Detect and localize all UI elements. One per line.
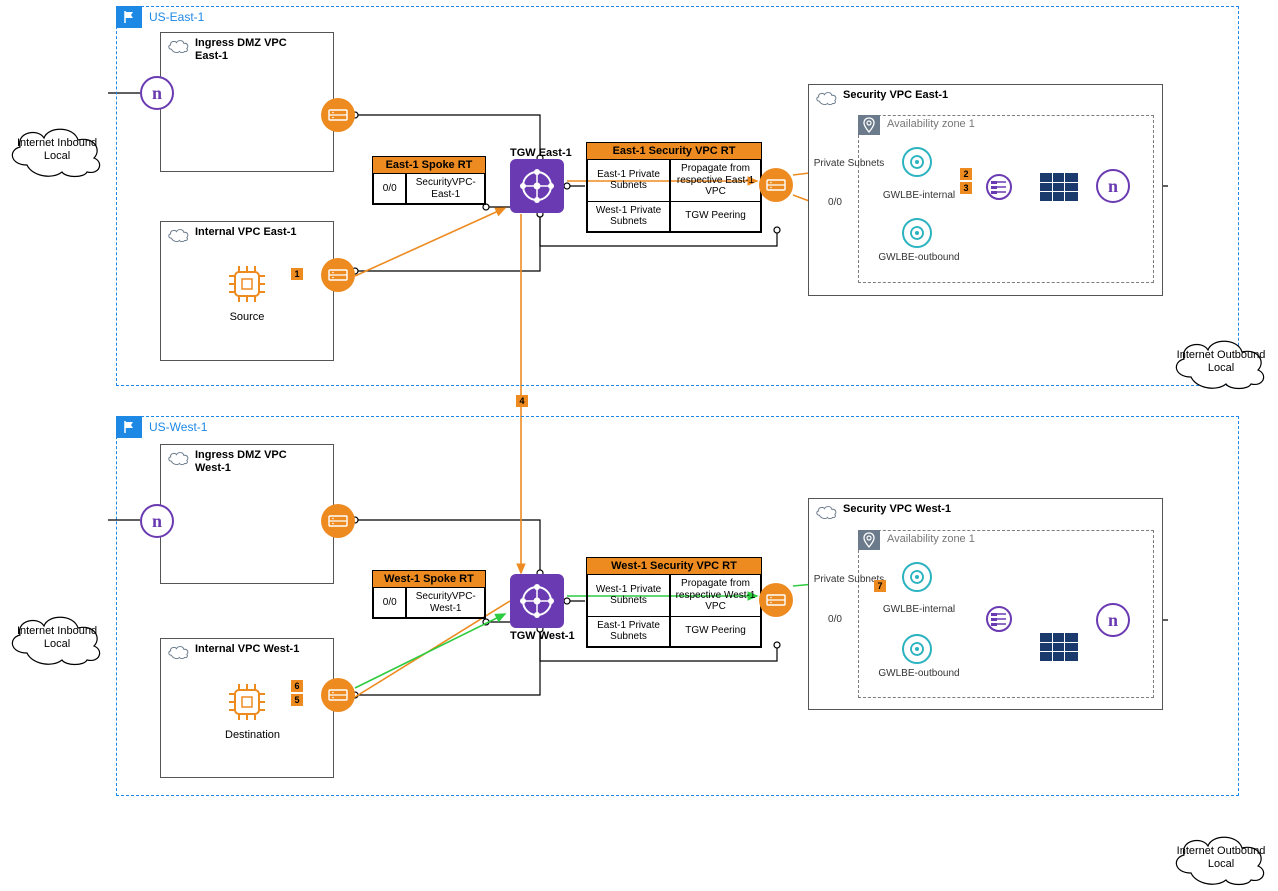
- step-4: 4: [516, 395, 528, 407]
- tgw-east: TGW East-1: [510, 145, 572, 213]
- edge-label-private-subnets: Private Subnets: [806, 158, 892, 169]
- step-6: 6: [291, 680, 303, 692]
- cloud-icon: [815, 503, 837, 521]
- vpc-title: Ingress DMZ VPC East-1: [195, 37, 315, 63]
- cloud-internet-inbound-east: Internet Inbound Local: [2, 120, 112, 180]
- cloud-icon: [167, 226, 189, 244]
- tgw-attachment-icon: [759, 583, 793, 617]
- rt-cell: Propagate from respective East-1 VPC: [670, 160, 761, 202]
- flag-icon: [116, 416, 142, 438]
- gwlbe-internal-label: GWLBE-internal: [874, 190, 964, 201]
- cloud-label: Internet Inbound Local: [2, 137, 112, 163]
- step-1: 1: [291, 268, 303, 280]
- step-7: 7: [874, 580, 886, 592]
- step-3: 3: [960, 182, 972, 194]
- destination-chip: Destination: [225, 680, 269, 741]
- rt-cell: West-1 Private Subnets: [587, 202, 670, 232]
- rt-cell: East-1 Private Subnets: [587, 617, 670, 647]
- gwlbe-internal-label: GWLBE-internal: [874, 604, 964, 615]
- cloud-icon: [167, 643, 189, 661]
- source-chip: Source: [225, 262, 269, 323]
- source-label: Source: [225, 311, 269, 323]
- tgw-label: TGW West-1: [510, 630, 575, 642]
- transit-gateway-icon: [510, 574, 564, 628]
- step-5: 5: [291, 694, 303, 706]
- gwlbe-outbound-icon: [902, 218, 932, 248]
- destination-label: Destination: [225, 729, 269, 741]
- nat-icon: n: [140, 76, 174, 110]
- vpc-title: Ingress DMZ VPC West-1: [195, 449, 315, 475]
- tgw-west: TGW West-1: [510, 574, 575, 642]
- rt-title: West-1 Security VPC RT: [587, 558, 761, 575]
- nat-icon: n: [1096, 603, 1130, 637]
- tgw-label: TGW East-1: [510, 147, 572, 159]
- rt-cell: West-1 Private Subnets: [587, 575, 670, 617]
- firewall-icon: [1040, 173, 1078, 201]
- tgw-attachment-icon: [321, 504, 355, 538]
- edge-label-default: 0/0: [820, 614, 850, 625]
- firewall-icon: [1040, 633, 1078, 661]
- az-label: Availability zone 1: [887, 118, 975, 130]
- rt-cell: TGW Peering: [670, 202, 761, 232]
- gwlbe-internal-icon: [902, 147, 932, 177]
- az-label: Availability zone 1: [887, 533, 975, 545]
- vpc-title: Internal VPC East-1: [195, 226, 296, 239]
- transit-gateway-icon: [510, 159, 564, 213]
- route-table-secvpc-east: East-1 Security VPC RT East-1 Private Su…: [586, 142, 762, 233]
- cloud-icon: [167, 449, 189, 467]
- gwlbe-internal-icon: [902, 562, 932, 592]
- tgw-attachment-icon: [321, 98, 355, 132]
- rt-cell: East-1 Private Subnets: [587, 160, 670, 202]
- cloud-internet-inbound-west: Internet Inbound Local: [2, 608, 112, 668]
- rt-cell: Propagate from respective West-1 VPC: [670, 575, 761, 617]
- edge-label-default: 0/0: [820, 197, 850, 208]
- rt-title: East-1 Security VPC RT: [587, 143, 761, 160]
- region-label-east: US-East-1: [149, 10, 204, 24]
- route-table-spoke-east: East-1 Spoke RT 0/0 SecurityVPC-East-1: [372, 156, 486, 205]
- cloud-label: Internet Outbound Local: [1166, 845, 1276, 871]
- tgw-attachment-icon: [759, 168, 793, 202]
- region-label-west: US-West-1: [149, 420, 207, 434]
- cloud-internet-outbound-west: Internet Outbound Local: [1166, 828, 1276, 888]
- tgw-attachment-icon: [321, 258, 355, 292]
- vpc-ingress-west: Ingress DMZ VPC West-1: [160, 444, 334, 584]
- flag-icon: [116, 6, 142, 28]
- gateway-load-balancer-icon: [984, 604, 1014, 634]
- cloud-icon: [167, 37, 189, 55]
- vpc-title: Security VPC East-1: [843, 89, 948, 102]
- nat-icon: n: [140, 504, 174, 538]
- vpc-ingress-east: Ingress DMZ VPC East-1: [160, 32, 334, 172]
- cloud-label: Internet Inbound Local: [2, 625, 112, 651]
- vpc-title: Security VPC West-1: [843, 503, 951, 516]
- gwlbe-outbound-label: GWLBE-outbound: [874, 252, 964, 263]
- pin-icon: [858, 530, 880, 550]
- route-table-spoke-west: West-1 Spoke RT 0/0 SecurityVPC-West-1: [372, 570, 486, 619]
- gwlbe-outbound-icon: [902, 634, 932, 664]
- route-table-secvpc-west: West-1 Security VPC RT West-1 Private Su…: [586, 557, 762, 648]
- rt-title: West-1 Spoke RT: [373, 571, 485, 588]
- rt-cell: TGW Peering: [670, 617, 761, 647]
- cloud-label: Internet Outbound Local: [1166, 349, 1276, 375]
- step-2: 2: [960, 168, 972, 180]
- cloud-icon: [815, 89, 837, 107]
- tgw-attachment-icon: [321, 678, 355, 712]
- pin-icon: [858, 115, 880, 135]
- rt-cell: SecurityVPC-West-1: [406, 588, 485, 618]
- rt-title: East-1 Spoke RT: [373, 157, 485, 174]
- nat-icon: n: [1096, 169, 1130, 203]
- rt-cell: 0/0: [373, 588, 406, 618]
- rt-cell: 0/0: [373, 174, 406, 204]
- rt-cell: SecurityVPC-East-1: [406, 174, 485, 204]
- cloud-internet-outbound-east: Internet Outbound Local: [1166, 332, 1276, 392]
- gateway-load-balancer-icon: [984, 172, 1014, 202]
- gwlbe-outbound-label: GWLBE-outbound: [874, 668, 964, 679]
- vpc-title: Internal VPC West-1: [195, 643, 299, 656]
